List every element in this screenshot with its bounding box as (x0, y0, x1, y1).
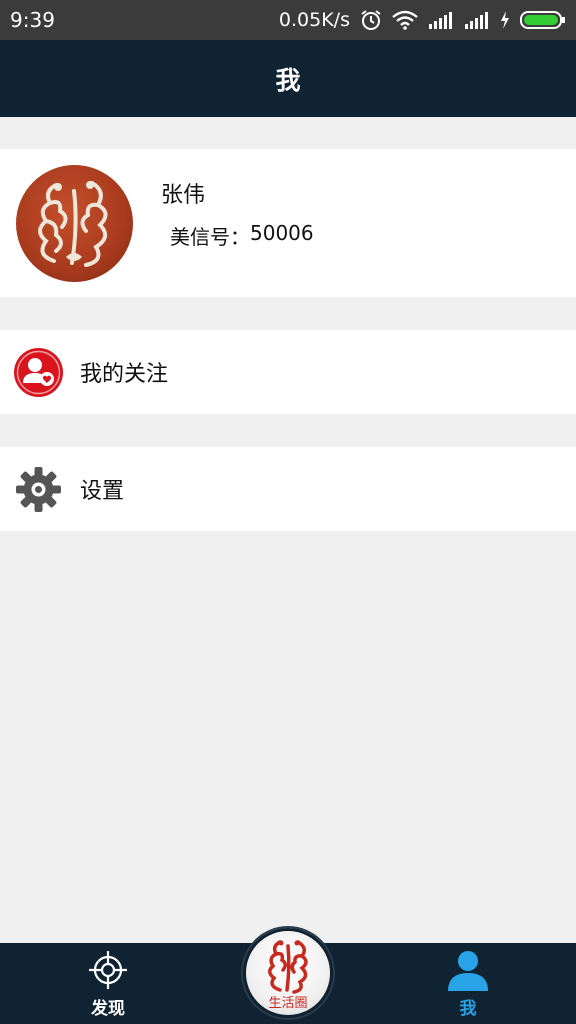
user-icon (448, 951, 488, 991)
charging-icon (501, 11, 509, 29)
menu-item-label: 设置 (80, 479, 125, 504)
avatar[interactable] (16, 165, 133, 282)
tab-me[interactable]: 我 (428, 943, 508, 1024)
menu-item-label: 我的关注 (80, 362, 169, 387)
dragon-phoenix-avatar (38, 181, 108, 267)
profile-card[interactable]: 张伟 美信号： 50006 (0, 149, 576, 297)
user-heart-icon (14, 347, 63, 397)
page-title: 我 (275, 65, 301, 95)
profile-id-label: 美信号： (170, 225, 250, 249)
gear-icon (16, 466, 61, 512)
dragon-phoenix-logo (268, 940, 308, 994)
status-time: 9:39 (10, 8, 55, 32)
life-circle-button[interactable]: 生活圈 (243, 928, 333, 1018)
menu-item-my-follows[interactable]: 我的关注 (0, 330, 576, 414)
life-circle-label: 生活圈 (268, 996, 308, 1011)
status-bar: 9:39 0.05K/s (0, 0, 576, 40)
title-bar: 我 (0, 40, 576, 117)
tab-discover[interactable]: 发现 (68, 943, 148, 1024)
crosshair-icon (89, 951, 127, 989)
signal-icon (429, 12, 452, 29)
tab-label: 发现 (91, 999, 125, 1019)
profile-id-value: 50006 (250, 221, 314, 245)
profile-name: 张伟 (161, 183, 206, 208)
battery-icon (520, 11, 565, 29)
profile-id-row: 美信号： 50006 (170, 221, 314, 250)
tab-label: 我 (459, 999, 477, 1019)
menu-item-settings[interactable]: 设置 (0, 447, 576, 531)
wifi-icon (392, 10, 418, 30)
status-icons: 0.05K/s (279, 9, 566, 31)
network-speed: 0.05K/s (278, 9, 350, 31)
signal-icon (465, 12, 488, 29)
alarm-icon (361, 10, 381, 30)
